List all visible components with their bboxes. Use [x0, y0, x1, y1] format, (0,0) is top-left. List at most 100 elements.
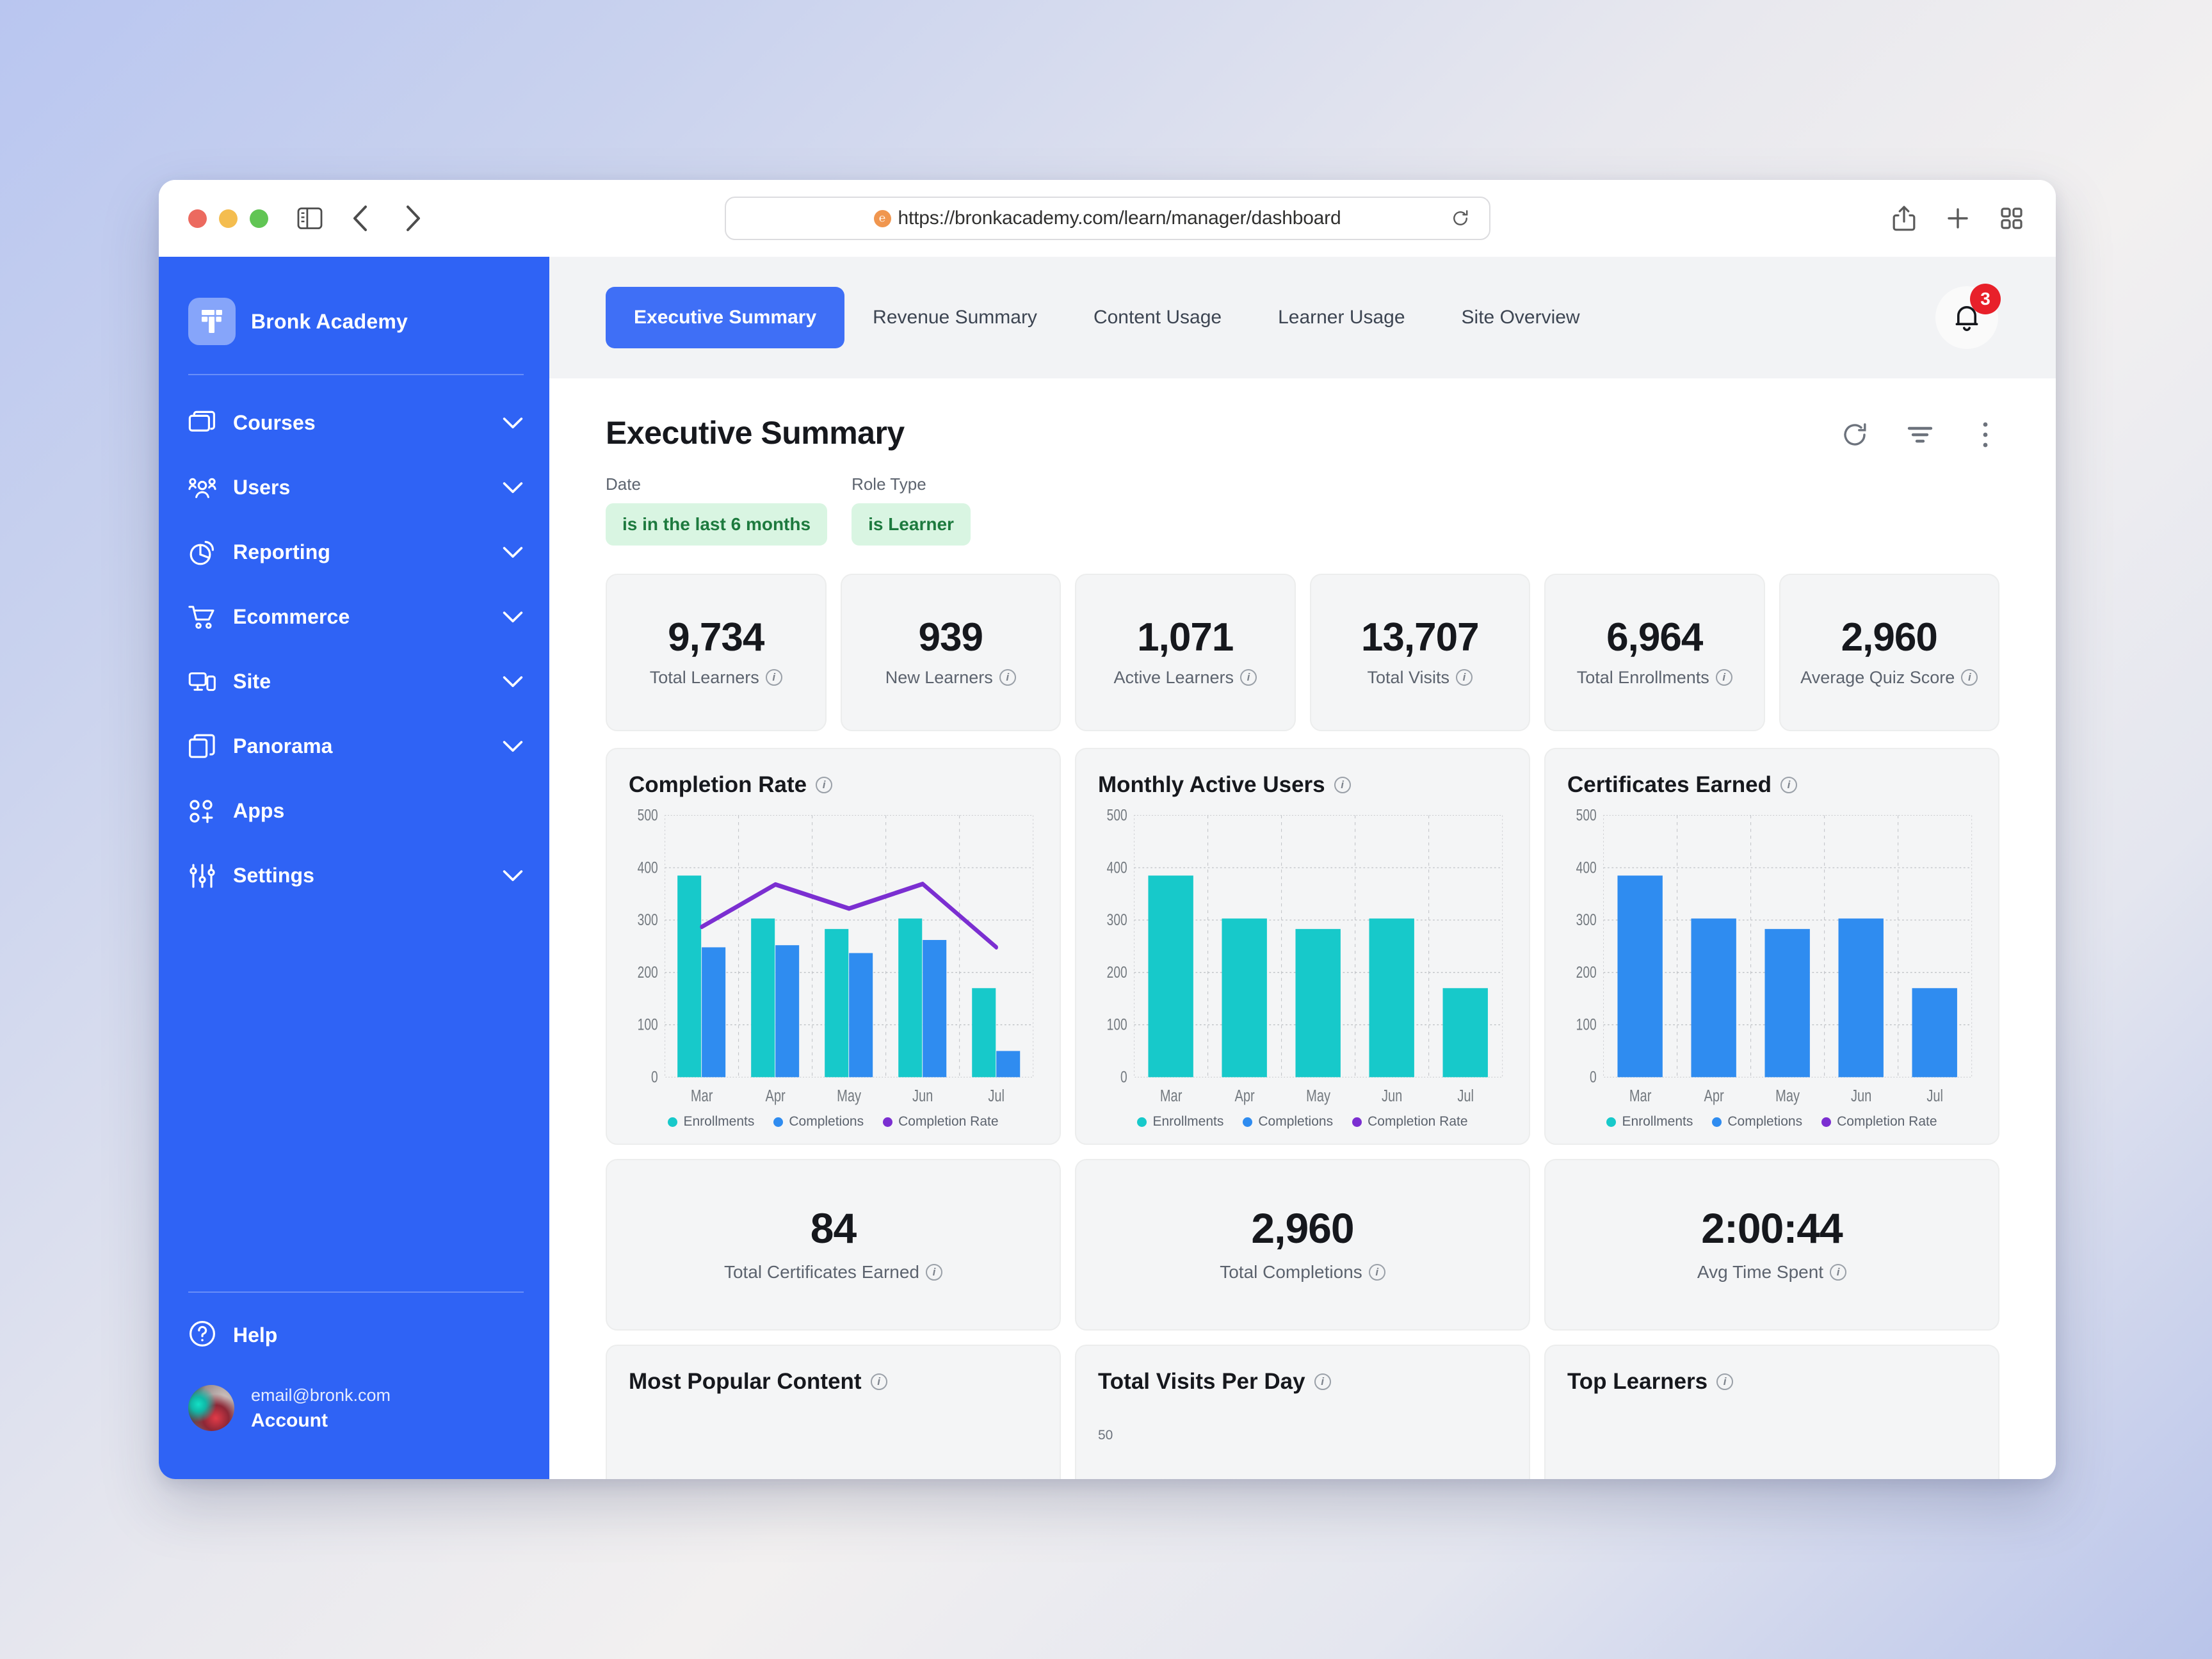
filter-value-chip[interactable]: is in the last 6 months [606, 503, 828, 546]
info-icon[interactable]: i [1240, 669, 1257, 686]
page-title: Executive Summary [606, 415, 905, 451]
chevron-down-icon[interactable] [502, 477, 524, 499]
chevron-left-icon[interactable] [346, 204, 376, 233]
chart-bar [996, 1051, 1021, 1078]
tab-learner-usage[interactable]: Learner Usage [1250, 287, 1433, 348]
legend-item-enrollments[interactable]: Enrollments [1606, 1114, 1693, 1129]
kpi-card-avg-time-spent[interactable]: 2:00:44 Avg Time Spent i [1544, 1159, 1999, 1331]
kpi-card-total-learners[interactable]: 9,734 Total Learners i [606, 574, 827, 731]
info-icon[interactable]: i [1456, 669, 1473, 686]
info-icon[interactable]: i [870, 1373, 887, 1390]
chevron-down-icon[interactable] [502, 736, 524, 757]
sidebar-item-ecommerce[interactable]: Ecommerce [159, 585, 549, 649]
sidebar-item-panorama[interactable]: Panorama [159, 714, 549, 779]
sidebar-toggle-icon[interactable] [295, 204, 325, 233]
chevron-down-icon[interactable] [502, 606, 524, 628]
kpi-label: New Learners i [885, 668, 1016, 688]
info-icon[interactable]: i [1715, 669, 1732, 686]
plus-icon[interactable] [1943, 204, 1973, 233]
chart-bar [1369, 918, 1414, 1078]
chevron-down-icon[interactable] [502, 412, 524, 434]
chart-line [700, 882, 998, 950]
kpi-card-total-visits[interactable]: 13,707 Total Visits i [1309, 574, 1530, 731]
legend-item-enrollments[interactable]: Enrollments [668, 1114, 754, 1129]
tab-executive-summary[interactable]: Executive Summary [606, 287, 845, 348]
legend-item-completions[interactable]: Completions [773, 1114, 864, 1129]
legend-item-enrollments[interactable]: Enrollments [1137, 1114, 1223, 1129]
chart-bar [1764, 928, 1810, 1078]
info-icon[interactable]: i [816, 777, 833, 793]
y-tick-label: 300 [1107, 911, 1127, 929]
chart-bar [1148, 875, 1193, 1078]
sidebar-item-help[interactable]: Help [159, 1293, 549, 1351]
info-icon[interactable]: i [1314, 1373, 1331, 1390]
minimize-window-button[interactable] [219, 209, 238, 228]
chevron-down-icon[interactable] [502, 542, 524, 563]
info-icon[interactable]: i [1368, 1264, 1385, 1281]
kpi-card-total-certificates-earned[interactable]: 84 Total Certificates Earned i [606, 1159, 1061, 1331]
chevron-right-icon[interactable] [398, 204, 427, 233]
site-icon [188, 668, 216, 696]
chart-bar [1222, 918, 1267, 1078]
kpi-card-average-quiz-score[interactable]: 2,960 Average Quiz Score i [1779, 574, 1999, 731]
kpi-card-new-learners[interactable]: 939 New Learners i [840, 574, 1061, 731]
chart-plot: 0 100 200 300 400 500 Mar Apr May Jun Jul [1098, 806, 1507, 1110]
info-icon[interactable]: i [1334, 777, 1351, 793]
reload-icon[interactable] [1451, 209, 1470, 228]
kpi-label: Total Completions i [1220, 1262, 1385, 1283]
info-icon[interactable]: i [765, 669, 782, 686]
address-bar[interactable]: ℮ https://bronkacademy.com/learn/manager… [724, 197, 1490, 240]
sidebar-item-label: Panorama [233, 734, 333, 757]
info-icon[interactable]: i [999, 669, 1016, 686]
info-icon[interactable]: i [1716, 1373, 1734, 1390]
filter-icon[interactable] [1906, 421, 1934, 449]
kpi-value: 2:00:44 [1701, 1204, 1843, 1252]
kpi-card-total-completions[interactable]: 2,960 Total Completions i [1075, 1159, 1530, 1331]
sidebar-item-site[interactable]: Site [159, 649, 549, 714]
sidebar-item-users[interactable]: Users [159, 455, 549, 520]
tab-revenue-summary[interactable]: Revenue Summary [844, 287, 1065, 348]
info-icon[interactable]: i [926, 1264, 943, 1281]
maximize-window-button[interactable] [250, 209, 268, 228]
account-menu[interactable]: email@bronk.com Account [159, 1351, 549, 1479]
chart-bar [923, 940, 947, 1078]
users-icon [188, 474, 216, 502]
legend-item-completion-rate[interactable]: Completion Rate [1821, 1114, 1937, 1129]
kpi-card-total-enrollments[interactable]: 6,964 Total Enrollments i [1544, 574, 1765, 731]
legend-swatch [668, 1117, 678, 1127]
filter-value-chip[interactable]: is Learner [852, 503, 971, 546]
share-icon[interactable] [1889, 204, 1919, 233]
grid-icon[interactable] [1997, 204, 2026, 233]
kpi-label-text: Total Learners [649, 667, 759, 687]
close-window-button[interactable] [188, 209, 207, 228]
chart-title: Completion Rate i [629, 772, 1038, 798]
sidebar-item-settings[interactable]: Settings [159, 843, 549, 908]
y-tick-label: 100 [638, 1016, 658, 1033]
chart-plot: 0 100 200 300 400 500 Mar Apr May Jun Jul [1567, 806, 1976, 1110]
legend-swatch [1352, 1117, 1362, 1127]
info-icon[interactable]: i [1830, 1264, 1847, 1281]
sidebar-divider-top [188, 374, 524, 375]
info-icon[interactable]: i [1780, 777, 1798, 793]
legend-item-completions[interactable]: Completions [1712, 1114, 1802, 1129]
kpi-label: Total Enrollments i [1577, 668, 1732, 688]
legend-item-completions[interactable]: Completions [1243, 1114, 1333, 1129]
refresh-icon[interactable] [1841, 421, 1869, 449]
chevron-down-icon[interactable] [502, 865, 524, 887]
sidebar: Bronk Academy Courses Users Reporting Ec… [159, 257, 549, 1479]
tab-site-overview[interactable]: Site Overview [1433, 287, 1608, 348]
legend-item-completion-rate[interactable]: Completion Rate [883, 1114, 999, 1129]
brand[interactable]: Bronk Academy [159, 257, 549, 345]
chevron-down-icon[interactable] [502, 671, 524, 693]
y-tick-label: 400 [1576, 859, 1597, 877]
sidebar-item-apps[interactable]: Apps [159, 779, 549, 843]
kpi-card-active-learners[interactable]: 1,071 Active Learners i [1075, 574, 1296, 731]
legend-item-completion-rate[interactable]: Completion Rate [1352, 1114, 1468, 1129]
panel-title-text: Most Popular Content [629, 1369, 862, 1394]
legend-label: Completion Rate [898, 1114, 999, 1129]
sidebar-item-courses[interactable]: Courses [159, 391, 549, 455]
tab-content-usage[interactable]: Content Usage [1065, 287, 1250, 348]
info-icon[interactable]: i [1961, 669, 1978, 686]
sidebar-item-reporting[interactable]: Reporting [159, 520, 549, 585]
kebab-menu-icon[interactable] [1971, 421, 1999, 449]
